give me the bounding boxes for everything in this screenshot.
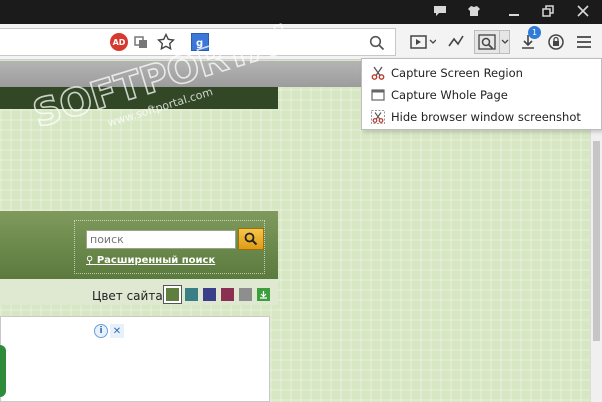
menu-item-label: Hide browser window screenshot xyxy=(391,110,581,124)
svg-text:g: g xyxy=(196,38,203,48)
adblock-badge-label: AD xyxy=(112,37,126,47)
google-translate-icon[interactable]: g xyxy=(191,33,209,51)
minimize-icon[interactable] xyxy=(503,2,525,20)
site-color-label: Цвет сайта: xyxy=(92,289,167,303)
vpn-icon[interactable] xyxy=(545,30,567,54)
adblock-icon[interactable]: AD xyxy=(110,33,128,51)
site-search-button[interactable] xyxy=(238,228,264,250)
menu-item-label: Capture Whole Page xyxy=(391,88,508,102)
star-icon[interactable] xyxy=(157,33,175,51)
search-icon[interactable] xyxy=(368,34,386,52)
menu-item-capture-region[interactable]: Capture Screen Region xyxy=(362,62,601,84)
compare-icon[interactable] xyxy=(444,30,468,54)
dropdown-arrow-icon[interactable] xyxy=(499,30,510,54)
ad-close-icon[interactable]: ✕ xyxy=(110,324,124,338)
screenshot-icon[interactable] xyxy=(474,30,500,54)
menu-item-hide-window[interactable]: Hide browser window screenshot xyxy=(362,106,601,128)
ad-green-shape xyxy=(0,345,6,397)
magnifier-icon xyxy=(244,232,258,246)
video-icon[interactable] xyxy=(407,30,439,54)
page-icon xyxy=(370,87,386,103)
shirt-icon[interactable] xyxy=(463,2,485,20)
advanced-search-label: Расширенный поиск xyxy=(96,255,216,266)
color-swatch-download[interactable] xyxy=(257,288,270,301)
color-swatch-green[interactable] xyxy=(166,288,179,301)
color-swatch-blue[interactable] xyxy=(203,288,216,301)
site-header-strip xyxy=(0,87,278,109)
browser-toolbar: AD g 1 xyxy=(0,24,602,60)
site-search-input[interactable] xyxy=(86,230,236,249)
ad-panel xyxy=(0,316,270,402)
ad-info-icon[interactable]: i xyxy=(94,324,108,338)
bookmarks-icon[interactable] xyxy=(133,34,149,50)
menu-item-label: Capture Screen Region xyxy=(391,66,523,80)
scrollbar-thumb[interactable] xyxy=(593,141,600,341)
close-icon[interactable] xyxy=(572,2,594,20)
binoculars-icon: ⚲ xyxy=(86,255,94,266)
download-count-badge: 1 xyxy=(528,26,541,39)
screenshot-menu: Capture Screen Region Capture Whole Page… xyxy=(361,58,602,130)
color-swatch-teal[interactable] xyxy=(185,288,198,301)
download-icon[interactable]: 1 xyxy=(517,26,541,54)
color-swatch-gray[interactable] xyxy=(239,288,252,301)
scissors-icon xyxy=(370,65,386,81)
color-swatch-crimson[interactable] xyxy=(221,288,234,301)
restore-icon[interactable] xyxy=(537,2,559,20)
menu-item-capture-page[interactable]: Capture Whole Page xyxy=(362,84,601,106)
title-bar xyxy=(0,0,602,24)
advanced-search-link[interactable]: ⚲ Расширенный поиск xyxy=(86,255,215,266)
chat-icon[interactable] xyxy=(429,2,451,20)
scissors-dotted-icon xyxy=(370,109,386,125)
menu-icon[interactable] xyxy=(573,30,595,54)
